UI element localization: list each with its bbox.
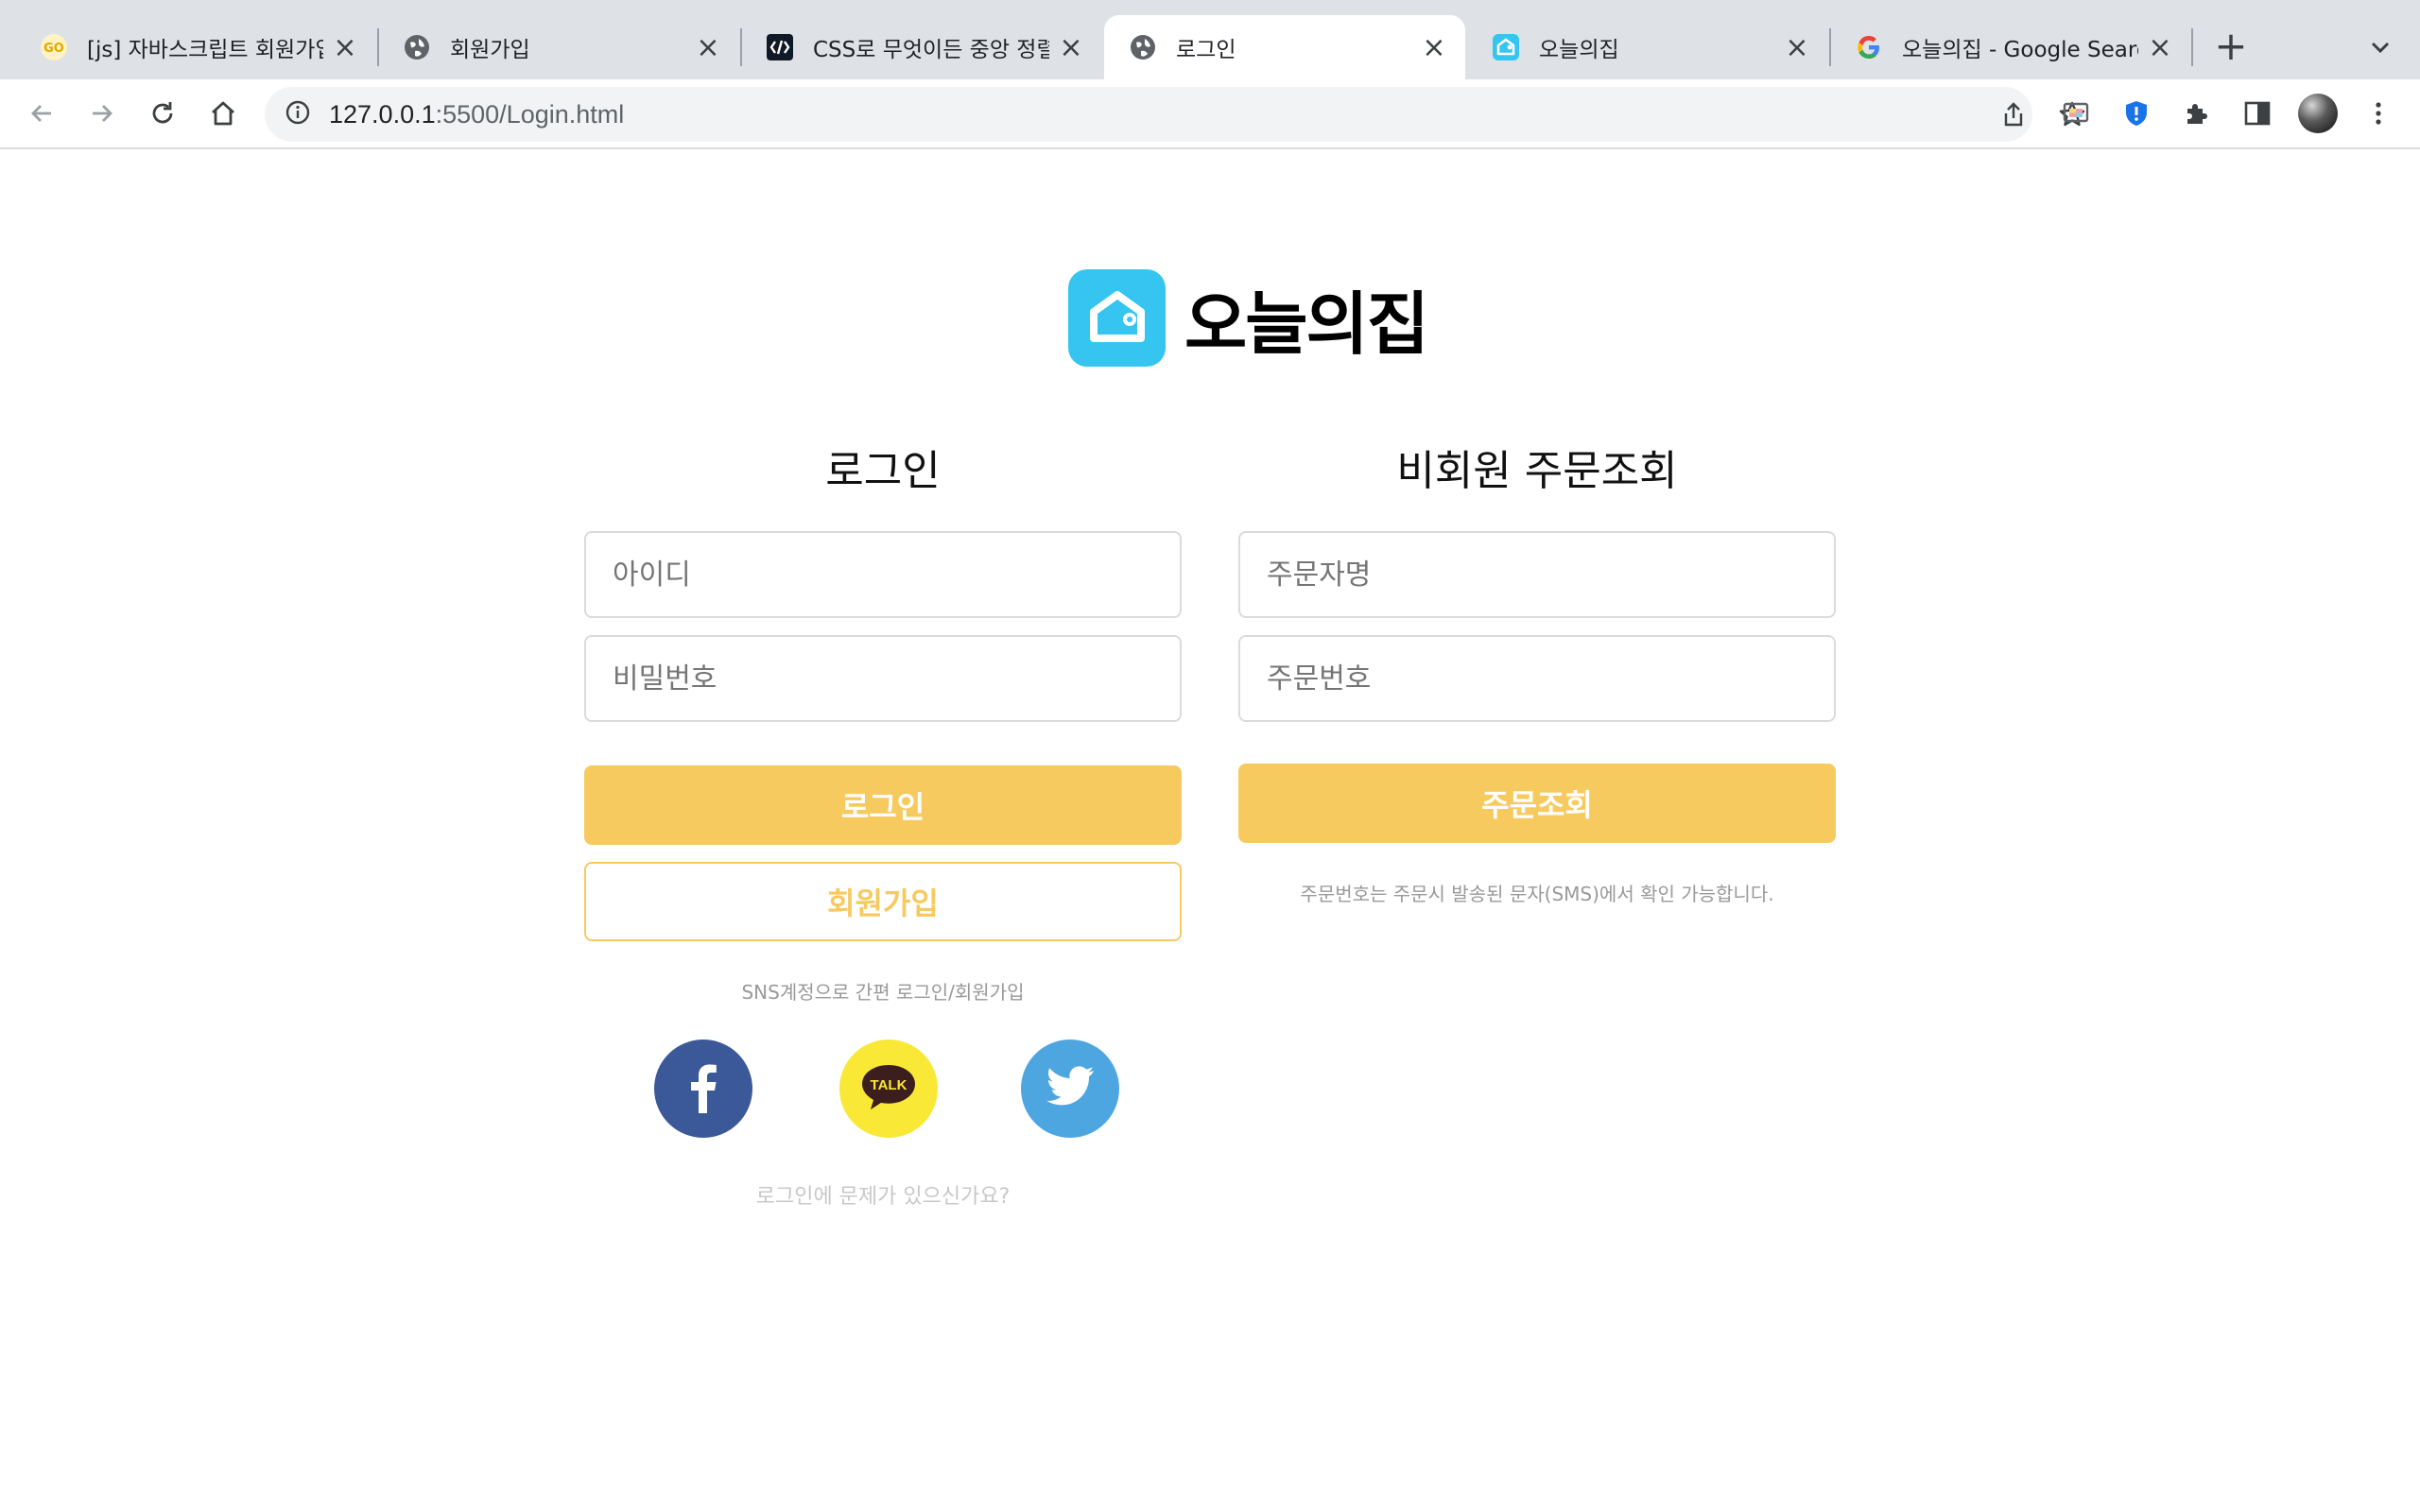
tab-strip: GO [js] 자바스크립트 회원가입 × 회원가입 × CSS로 무엇이든 중… [0, 0, 2420, 79]
browser-toolbar: 127.0.0.1:5500/Login.html [0, 79, 2420, 149]
order-number-input[interactable] [1238, 635, 1836, 722]
tab-css-center[interactable]: CSS로 무엇이든 중앙 정렬 × [741, 15, 1102, 79]
forward-icon[interactable] [81, 93, 123, 134]
shield-icon[interactable] [2116, 93, 2157, 134]
close-icon[interactable]: × [331, 31, 359, 64]
profile-avatar[interactable] [2297, 93, 2339, 134]
kakao-talk-icon: TALK [858, 1062, 919, 1115]
tab-search-chevron-icon[interactable] [2361, 28, 2399, 66]
tab-title: CSS로 무엇이든 중앙 정렬 [813, 38, 1049, 62]
tab-divider [2191, 28, 2193, 66]
code-icon [766, 33, 794, 61]
close-icon[interactable]: × [1420, 31, 1448, 64]
cast-extension-icon[interactable] [2055, 93, 2097, 134]
extensions-puzzle-icon[interactable] [2176, 93, 2218, 134]
login-title: 로그인 [825, 447, 941, 495]
tab-ohouse[interactable]: 오늘의집 × [1467, 15, 1828, 79]
twitter-login-button[interactable] [1021, 1040, 1119, 1138]
tab-title: [js] 자바스크립트 회원가입 [87, 38, 323, 62]
brand-logo[interactable]: 오늘의집 [1068, 268, 1429, 368]
svg-text:TALK: TALK [871, 1077, 908, 1093]
order-lookup-button[interactable]: 주문조회 [1238, 764, 1836, 843]
password-input[interactable] [584, 635, 1182, 722]
close-icon[interactable]: × [2146, 31, 2174, 64]
home-icon[interactable] [202, 93, 244, 134]
id-input[interactable] [584, 531, 1182, 618]
more-menu-icon[interactable] [2358, 93, 2399, 134]
site-info-icon[interactable] [284, 98, 312, 130]
ohouse-logo-icon [1068, 269, 1166, 367]
close-icon[interactable]: × [1057, 31, 1085, 64]
tab-title: 오늘의집 - Google Search [1902, 38, 2138, 62]
reload-icon[interactable] [142, 93, 183, 134]
sns-login-text: SNS계정으로 간편 로그인/회원가입 [741, 981, 1025, 1004]
kakao-login-button[interactable]: TALK [839, 1040, 938, 1138]
url-host: 127.0.0.1 [329, 99, 436, 129]
tab-signup[interactable]: 회원가입 × [378, 15, 739, 79]
facebook-login-button[interactable] [654, 1040, 752, 1138]
back-icon[interactable] [21, 93, 62, 134]
new-tab-button[interactable]: + [2210, 26, 2252, 68]
tab-title: 회원가입 [450, 38, 530, 62]
login-help-link[interactable]: 로그인에 문제가 있으신가요? [584, 1179, 1182, 1210]
address-bar[interactable]: 127.0.0.1:5500/Login.html [265, 87, 2085, 142]
order-number-note: 주문번호는 주문시 발송된 문자(SMS)에서 확인 가능합니다. [1300, 883, 1774, 905]
tab-title: 오늘의집 [1539, 38, 1619, 62]
signup-button[interactable]: 회원가입 [584, 862, 1182, 941]
tab-google-search[interactable]: 오늘의집 - Google Search × [1830, 15, 2191, 79]
side-panel-icon[interactable] [2237, 93, 2278, 134]
orderer-name-input[interactable] [1238, 531, 1836, 618]
url-text: 127.0.0.1:5500/Login.html [329, 100, 624, 129]
tab-title: 로그인 [1176, 38, 1236, 62]
brand-name: 오늘의집 [1184, 284, 1429, 364]
facebook-icon [680, 1058, 727, 1119]
svg-text:GO: GO [43, 42, 64, 56]
share-icon[interactable] [1993, 87, 2034, 142]
login-button[interactable]: 로그인 [584, 765, 1182, 845]
google-icon [1855, 33, 1883, 61]
close-icon[interactable]: × [1783, 31, 1811, 64]
tab-js-signup[interactable]: GO [js] 자바스크립트 회원가입 × [15, 15, 376, 79]
globe-icon [1129, 33, 1157, 61]
twitter-bird-icon [1045, 1065, 1096, 1112]
close-icon[interactable]: × [694, 31, 722, 64]
globe-icon [403, 33, 431, 61]
ohouse-icon [1492, 33, 1520, 61]
go-icon: GO [40, 33, 68, 61]
url-path: :5500/Login.html [435, 99, 625, 129]
guest-order-title: 비회원 주문조회 [1396, 447, 1678, 495]
tab-login[interactable]: 로그인 × [1104, 15, 1465, 79]
